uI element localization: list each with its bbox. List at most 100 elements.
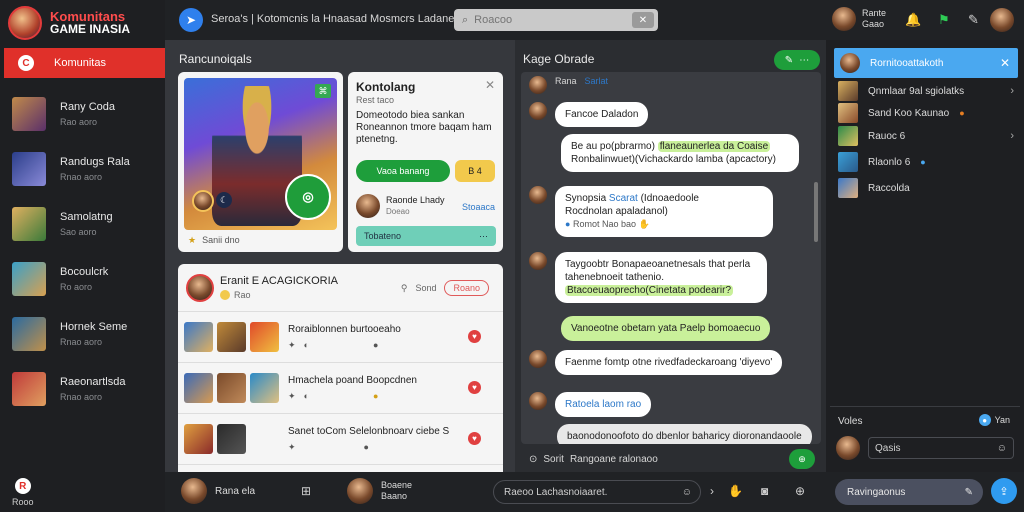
search-clear-button[interactable]: ✕ — [632, 12, 654, 28]
heart-icon[interactable]: ♥ — [468, 432, 481, 445]
info-icon: ● — [372, 339, 379, 350]
chat-scrollbar[interactable] — [814, 182, 818, 242]
sidebar-item[interactable]: Samolatng Sao aoro — [0, 196, 165, 251]
moon-icon: ☾ — [216, 192, 232, 208]
emoji-icon: ☺ — [681, 486, 692, 498]
channel-item[interactable]: Rauoc 6 › — [838, 125, 1014, 147]
reward-button[interactable]: B 4 — [455, 160, 495, 182]
more-icon[interactable]: ⋯ — [479, 231, 488, 242]
notification-icon[interactable]: 🔔 — [905, 12, 921, 28]
sidebar-footer-label: Rooo — [12, 497, 34, 507]
close-icon[interactable]: ✕ — [485, 78, 495, 92]
grid-icon[interactable]: ⊞ — [301, 484, 311, 498]
list-item[interactable]: Sanet toCom Selelonbnoarv ciebe S ✦ ● ♥ — [178, 414, 503, 465]
progress-label: Tobateno — [364, 231, 402, 241]
game-thumbnail — [217, 424, 246, 454]
channel-item[interactable]: Rlaonlo 6 ● — [838, 151, 1014, 173]
avatar[interactable] — [990, 8, 1014, 32]
group-list-card: Eranit E ACAGICKORIA Rao ⚲ Sond Roano Ro… — [178, 264, 503, 472]
channel-label: Qnmlaar 9al sgiolatks — [868, 85, 965, 97]
chat-icon: ◐ — [303, 339, 309, 350]
main-panel: Rancunoiqals ⌘ ☾ ◎ ★ Sanii dno Kontolang… — [165, 40, 515, 472]
avatar — [529, 102, 547, 120]
group-sub: Rao — [234, 290, 251, 300]
message-bubble: baonodonoofoto do dbenlor baharicy dioro… — [557, 424, 812, 444]
hand-icon: ✋ — [638, 219, 650, 229]
top-bar: ➤ Seroa's | Kotomcnis la Hnaasad Mosmcrs… — [165, 0, 1024, 40]
edit-icon[interactable]: ✎ — [968, 12, 979, 28]
sender-name: Rana — [555, 76, 577, 86]
sender-link[interactable]: Sarlat — [585, 76, 609, 86]
host-sub: Doeao — [386, 207, 410, 216]
brand[interactable]: Komunitans GAME INASIA — [0, 0, 165, 46]
channel-thumbnail — [838, 126, 858, 146]
voice-status[interactable]: ● Yan — [978, 414, 1010, 426]
sidebar-item[interactable]: Raeonartlsda Rnao aoro — [0, 361, 165, 416]
heart-icon[interactable]: ♥ — [468, 381, 481, 394]
chat-messages[interactable]: Rana Sarlat Fancoe Daladon Be au po(pbra… — [521, 72, 821, 444]
flag-icon[interactable]: ⚑ — [938, 12, 950, 28]
voice-field[interactable]: Qasis ☺ — [868, 437, 1014, 459]
bottom-user-name: Rana ela — [215, 485, 256, 497]
join-button[interactable]: Vaoa banang — [356, 160, 450, 182]
sidebar-footer[interactable]: R Rooo — [12, 478, 34, 507]
featured-game-card[interactable]: ⌘ ☾ ◎ ★ Sanii dno — [178, 72, 343, 252]
list-item[interactable]: Roraiblonnen burtooeaho ✦ ◐ ● ♥ — [178, 312, 503, 363]
group-tag[interactable]: Roano — [444, 280, 489, 296]
link-icon: ⚲ — [400, 282, 408, 293]
host-link[interactable]: Stoaaca — [462, 202, 495, 212]
chat-panel: Kage Obrade ✎ ⋯ Rana Sarlat Fancoe Dalado… — [515, 40, 826, 472]
list-item[interactable]: Hmachela poand Boopcdnen ✦ ◐ ● ♥ — [178, 363, 503, 414]
channel-item-active[interactable]: Rornitooattakoth ✕ — [834, 48, 1018, 78]
game-thumbnail — [217, 322, 246, 352]
sidebar-item[interactable]: Hornek Seme Rnao aoro — [0, 306, 165, 361]
game-thumbnail — [184, 424, 213, 454]
info-icon: ● — [363, 441, 369, 452]
avatar — [836, 436, 860, 460]
event-detail-card: Kontolang Rest taco ✕ Domeotodo biea san… — [348, 72, 503, 252]
add-icon[interactable]: ⊕ — [795, 484, 805, 498]
profile-icon: R — [14, 478, 31, 494]
channel-thumbnail — [838, 103, 858, 123]
event-progress-bar[interactable]: Tobateno ⋯ — [356, 226, 496, 246]
send-button[interactable]: ⊕ — [789, 449, 815, 469]
chat-input-label: Sorit — [543, 453, 564, 465]
share-button[interactable]: ⇪ — [991, 478, 1017, 504]
sidebar-item-active[interactable]: C Komunitas — [4, 48, 165, 78]
event-host[interactable]: Raonde Lhady Doeao — [356, 194, 445, 218]
game-thumbnail — [217, 373, 246, 403]
close-icon[interactable]: ✕ — [1000, 56, 1010, 70]
chat-input-row[interactable]: ⊙ Sorit Rangoane ralonaoo ⊕ — [521, 446, 821, 472]
search-input[interactable] — [474, 14, 625, 26]
mic-icon: ● — [978, 414, 991, 426]
sidebar-item[interactable]: Rany Coda Rao aoro — [0, 86, 165, 141]
channel-item[interactable]: Qnmlaar 9al sgiolatks › — [838, 80, 1014, 102]
message-bubble: Taygoobtr Bonapaeoanetnesals that perla … — [555, 252, 767, 303]
chat-input-text[interactable]: Rangoane ralonaoo — [570, 454, 658, 465]
event-subtitle: Rest taco — [356, 95, 395, 105]
channel-item[interactable]: Sand Koo Kaunao ● — [838, 102, 1014, 124]
right-panel: Rornitooattakoth ✕ Qnmlaar 9al sgiolatks… — [826, 40, 1024, 472]
reply-input[interactable]: Ravingaonus ✎ — [835, 479, 983, 505]
bottom-user[interactable]: Boaene Baano — [347, 478, 412, 504]
sidebar-item-title: Samolatng — [60, 210, 113, 223]
message-bubble: Vanoeotne obetarn yata Paelp bomoaecuo — [561, 316, 771, 341]
chevron-right-icon[interactable]: › — [710, 484, 714, 498]
sidebar-item-title: Bocoulcrk — [60, 265, 109, 278]
current-user[interactable]: Rante Gaao — [832, 7, 886, 31]
sidebar-item[interactable]: Randugs Rala Rnao aoro — [0, 141, 165, 196]
chat-options-button[interactable]: ✎ ⋯ — [774, 50, 820, 70]
compass-icon[interactable]: ➤ — [179, 8, 203, 32]
bottom-user[interactable]: Rana ela — [181, 478, 255, 504]
wave-icon[interactable]: ✋ — [728, 484, 743, 498]
camera-icon[interactable]: ◙ — [761, 484, 768, 498]
sidebar-item[interactable]: Bocoulcrk Ro aoro — [0, 251, 165, 306]
message-input[interactable]: Raeoo Lachasnoiaaret. ☺ — [493, 480, 701, 504]
chevron-right-icon: › — [1010, 130, 1014, 142]
sidebar-item-sub: Sao aoro — [60, 226, 97, 237]
brand-logo — [8, 6, 42, 40]
avatar — [529, 186, 547, 204]
channel-label: Rauoc 6 — [868, 130, 906, 142]
heart-icon[interactable]: ♥ — [468, 330, 481, 343]
channel-item[interactable]: Raccolda — [838, 177, 1014, 199]
